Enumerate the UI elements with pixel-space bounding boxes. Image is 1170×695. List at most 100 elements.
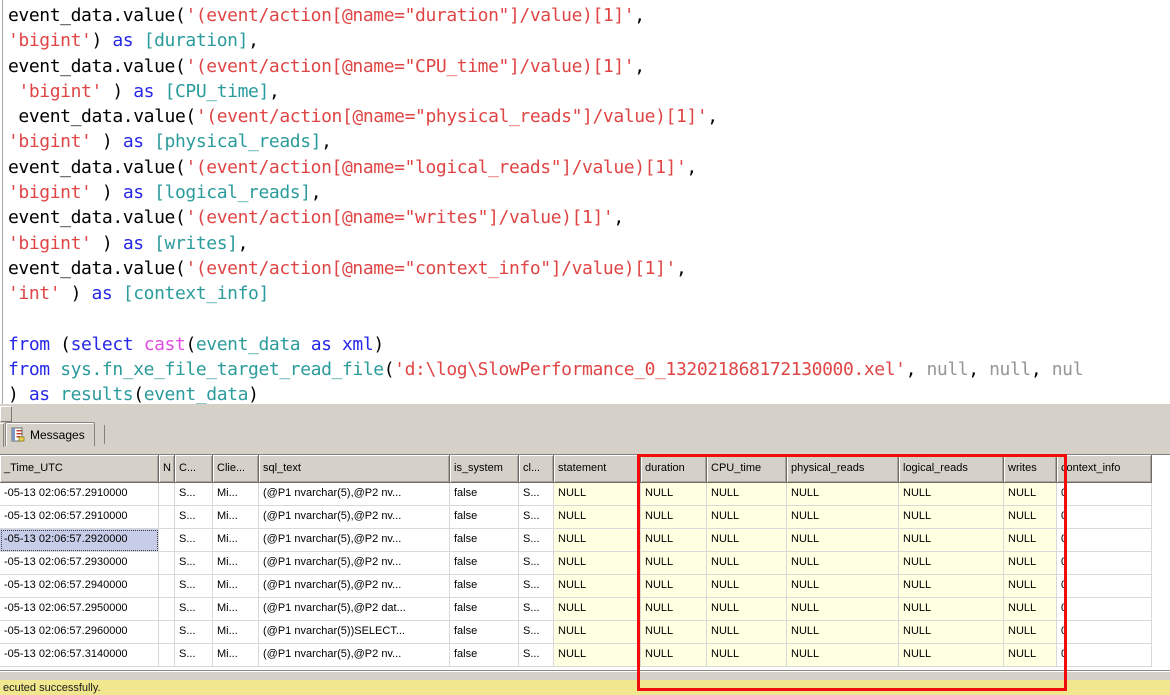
grid-cell[interactable]: false [450, 552, 519, 575]
grid-cell[interactable]: NULL [554, 552, 641, 575]
grid-cell[interactable]: NULL [554, 529, 641, 552]
grid-cell[interactable]: (@P1 nvarchar(5),@P2 nv... [259, 529, 450, 552]
column-header-c[interactable]: C... [175, 455, 213, 483]
grid-cell[interactable]: NULL [787, 483, 899, 506]
grid-cell[interactable] [159, 529, 175, 552]
grid-cell[interactable]: 0 [1057, 483, 1152, 506]
grid-cell[interactable]: false [450, 598, 519, 621]
grid-cell[interactable]: S... [175, 552, 213, 575]
grid-cell[interactable]: NULL [641, 552, 707, 575]
grid-cell[interactable]: NULL [899, 621, 1004, 644]
grid-cell[interactable]: NULL [554, 644, 641, 667]
grid-cell[interactable]: NULL [1004, 644, 1057, 667]
grid-cell[interactable]: Mi... [213, 506, 259, 529]
grid-cell[interactable]: NULL [1004, 552, 1057, 575]
grid-cell[interactable]: NULL [787, 575, 899, 598]
column-header-duration[interactable]: duration [641, 455, 707, 483]
column-header-logical_reads[interactable]: logical_reads [899, 455, 1004, 483]
grid-cell[interactable]: false [450, 575, 519, 598]
grid-cell[interactable]: (@P1 nvarchar(5),@P2 nv... [259, 644, 450, 667]
grid-cell[interactable]: -05-13 02:06:57.2940000 [0, 575, 159, 598]
grid-cell[interactable]: NULL [899, 506, 1004, 529]
grid-cell[interactable]: NULL [1004, 529, 1057, 552]
grid-cell[interactable]: (@P1 nvarchar(5),@P2 dat... [259, 598, 450, 621]
grid-cell[interactable]: Mi... [213, 598, 259, 621]
grid-cell[interactable]: S... [175, 644, 213, 667]
column-header-is_system[interactable]: is_system [450, 455, 519, 483]
grid-cell[interactable]: NULL [554, 598, 641, 621]
grid-cell[interactable]: NULL [707, 575, 787, 598]
grid-cell[interactable]: NULL [899, 552, 1004, 575]
grid-cell[interactable]: NULL [707, 621, 787, 644]
grid-cell[interactable]: Mi... [213, 552, 259, 575]
grid-cell[interactable]: NULL [707, 506, 787, 529]
grid-cell[interactable]: NULL [641, 483, 707, 506]
column-header-writes[interactable]: writes [1004, 455, 1057, 483]
grid-cell[interactable]: S... [519, 506, 554, 529]
results-tab-partial[interactable] [0, 423, 4, 447]
grid-cell[interactable]: NULL [1004, 598, 1057, 621]
grid-cell[interactable] [159, 598, 175, 621]
grid-cell[interactable]: NULL [707, 644, 787, 667]
grid-cell[interactable]: NULL [707, 529, 787, 552]
sql-editor[interactable]: event_data.value('(event/action[@name="d… [0, 0, 1170, 405]
grid-cell[interactable]: false [450, 644, 519, 667]
grid-cell[interactable]: NULL [707, 598, 787, 621]
grid-cell[interactable]: NULL [554, 575, 641, 598]
grid-cell[interactable]: NULL [641, 598, 707, 621]
grid-cell[interactable]: -05-13 02:06:57.3140000 [0, 644, 159, 667]
grid-cell[interactable]: -05-13 02:06:57.2910000 [0, 483, 159, 506]
editor-scrollbar-button[interactable] [0, 406, 12, 422]
column-header-physical_reads[interactable]: physical_reads [787, 455, 899, 483]
grid-cell[interactable] [159, 575, 175, 598]
grid-cell[interactable]: S... [175, 506, 213, 529]
grid-cell[interactable]: -05-13 02:06:57.2960000 [0, 621, 159, 644]
grid-cell[interactable]: NULL [787, 621, 899, 644]
grid-cell[interactable]: 0 [1057, 621, 1152, 644]
grid-cell[interactable]: NULL [641, 621, 707, 644]
grid-cell[interactable] [159, 506, 175, 529]
column-header-cl[interactable]: cl... [519, 455, 554, 483]
grid-cell[interactable]: NULL [641, 529, 707, 552]
grid-cell[interactable]: NULL [899, 644, 1004, 667]
grid-cell[interactable] [159, 621, 175, 644]
grid-cell[interactable]: NULL [641, 506, 707, 529]
grid-cell[interactable]: NULL [787, 598, 899, 621]
grid-cell[interactable]: Mi... [213, 621, 259, 644]
grid-cell[interactable]: NULL [899, 575, 1004, 598]
grid-cell[interactable]: NULL [1004, 483, 1057, 506]
grid-cell[interactable]: NULL [1004, 506, 1057, 529]
grid-cell[interactable]: -05-13 02:06:57.2910000 [0, 506, 159, 529]
grid-cell[interactable]: S... [175, 483, 213, 506]
grid-cell[interactable]: S... [519, 575, 554, 598]
grid-cell[interactable]: NULL [641, 575, 707, 598]
grid-cell[interactable]: NULL [554, 621, 641, 644]
column-header-cpu_time[interactable]: CPU_time [707, 455, 787, 483]
grid-cell[interactable]: NULL [641, 644, 707, 667]
grid-cell[interactable]: 0 [1057, 529, 1152, 552]
grid-cell[interactable]: S... [519, 552, 554, 575]
grid-cell[interactable]: NULL [554, 506, 641, 529]
grid-cell[interactable]: false [450, 483, 519, 506]
grid-cell[interactable]: false [450, 621, 519, 644]
grid-cell[interactable]: S... [175, 621, 213, 644]
grid-cell[interactable]: NULL [554, 483, 641, 506]
grid-cell[interactable]: S... [519, 529, 554, 552]
column-header-context_info[interactable]: context_info [1057, 455, 1152, 483]
grid-cell[interactable]: NULL [707, 552, 787, 575]
grid-cell[interactable] [159, 552, 175, 575]
grid-cell[interactable]: Mi... [213, 644, 259, 667]
grid-cell[interactable]: NULL [1004, 575, 1057, 598]
grid-cell[interactable]: 0 [1057, 552, 1152, 575]
grid-cell[interactable]: S... [175, 529, 213, 552]
column-header-sql_text[interactable]: sql_text [259, 455, 450, 483]
grid-cell[interactable]: false [450, 506, 519, 529]
grid-cell[interactable] [159, 483, 175, 506]
grid-cell[interactable]: -05-13 02:06:57.2950000 [0, 598, 159, 621]
grid-cell[interactable]: (@P1 nvarchar(5),@P2 nv... [259, 575, 450, 598]
grid-cell[interactable]: NULL [899, 529, 1004, 552]
grid-cell[interactable]: (@P1 nvarchar(5),@P2 nv... [259, 506, 450, 529]
grid-cell[interactable]: -05-13 02:06:57.2920000 [0, 529, 159, 552]
grid-cell[interactable]: S... [519, 644, 554, 667]
grid-cell[interactable]: NULL [899, 483, 1004, 506]
